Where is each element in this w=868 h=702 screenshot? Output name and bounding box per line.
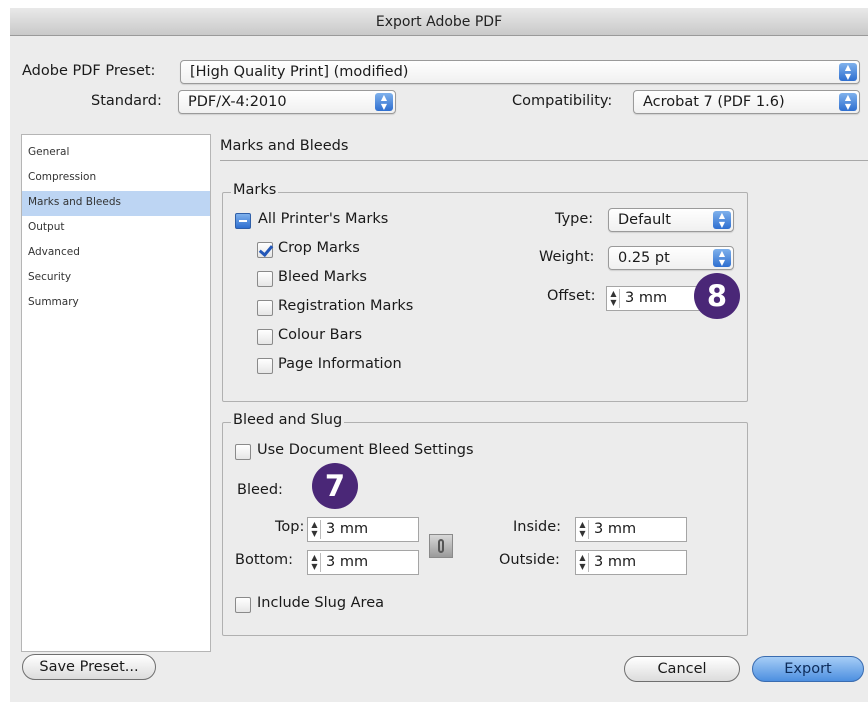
weight-value: 0.25 pt <box>618 250 670 266</box>
type-value: Default <box>618 212 671 228</box>
colour-bars-label: Colour Bars <box>278 327 363 343</box>
standard-label: Standard: <box>91 93 162 109</box>
page-information-label: Page Information <box>278 356 402 372</box>
standard-select[interactable]: PDF/X-4:2010 ▲ ▼ <box>178 90 396 114</box>
outside-bleed-value: 3 mm <box>594 554 637 570</box>
weight-select[interactable]: 0.25 pt ▲ ▼ <box>608 246 734 270</box>
stepper-arrows-icon[interactable]: ▲ ▼ <box>309 553 321 572</box>
outside-label: Outside: <box>499 552 560 568</box>
bleed-slug-group-title: Bleed and Slug <box>231 412 345 428</box>
marks-group: Marks All Printer's Marks Crop Marks Ble… <box>222 182 748 402</box>
crop-marks-label: Crop Marks <box>278 240 360 256</box>
sidebar-item-marks-and-bleeds[interactable]: Marks and Bleeds <box>22 191 210 216</box>
preset-label: Adobe PDF Preset: <box>22 63 156 79</box>
sidebar-item-output[interactable]: Output <box>22 216 210 241</box>
crop-marks-checkbox[interactable] <box>257 242 273 258</box>
preset-select[interactable]: [High Quality Print] (modified) ▲ ▼ <box>180 60 860 84</box>
type-label: Type: <box>555 211 594 227</box>
stepper-arrows-icon[interactable]: ▲ ▼ <box>577 520 589 539</box>
bleed-label: Bleed: <box>237 482 283 498</box>
inside-bleed-value: 3 mm <box>594 521 637 537</box>
bleed-marks-checkbox[interactable] <box>257 271 273 287</box>
sidebar-item-security[interactable]: Security <box>22 266 210 291</box>
compatibility-value: Acrobat 7 (PDF 1.6) <box>643 94 785 110</box>
bleed-slug-group: Bleed and Slug Use Document Bleed Settin… <box>222 412 748 636</box>
compatibility-label: Compatibility: <box>512 93 613 109</box>
page-information-checkbox[interactable] <box>257 358 273 374</box>
top-bleed-input[interactable]: ▲ ▼ 3 mm <box>307 517 419 542</box>
inside-bleed-input[interactable]: ▲ ▼ 3 mm <box>575 517 687 542</box>
sidebar-item-advanced[interactable]: Advanced <box>22 241 210 266</box>
bottom-label: Bottom: <box>235 552 294 568</box>
sidebar-item-general[interactable]: General <box>22 141 210 166</box>
colour-bars-checkbox[interactable] <box>257 329 273 345</box>
outside-bleed-input[interactable]: ▲ ▼ 3 mm <box>575 550 687 575</box>
weight-label: Weight: <box>539 249 595 265</box>
include-slug-area-label: Include Slug Area <box>257 595 384 611</box>
preset-value: [High Quality Print] (modified) <box>190 64 409 80</box>
heading-divider <box>220 160 868 161</box>
callout-badge-7: 7 <box>312 463 358 509</box>
compatibility-select[interactable]: Acrobat 7 (PDF 1.6) ▲ ▼ <box>633 90 860 114</box>
top-label: Top: <box>275 519 305 535</box>
offset-label: Offset: <box>547 288 596 304</box>
window-title: Export Adobe PDF <box>375 14 503 30</box>
include-slug-area-checkbox[interactable] <box>235 597 251 613</box>
bleed-marks-label: Bleed Marks <box>278 269 367 285</box>
top-bleed-value: 3 mm <box>326 521 369 537</box>
page-heading: Marks and Bleeds <box>220 138 349 154</box>
save-preset-button[interactable]: Save Preset... <box>22 654 156 680</box>
type-select[interactable]: Default ▲ ▼ <box>608 208 734 232</box>
cancel-button[interactable]: Cancel <box>624 656 740 682</box>
up-down-arrows-icon: ▲ ▼ <box>713 249 731 267</box>
use-document-bleed-label: Use Document Bleed Settings <box>257 442 474 458</box>
all-printers-marks-checkbox[interactable] <box>235 213 251 229</box>
bottom-bleed-value: 3 mm <box>326 554 369 570</box>
sidebar-item-compression[interactable]: Compression <box>22 166 210 191</box>
standard-value: PDF/X-4:2010 <box>188 94 287 110</box>
stepper-arrows-icon[interactable]: ▲ ▼ <box>309 520 321 539</box>
sidebar-item-summary[interactable]: Summary <box>22 291 210 316</box>
stepper-arrows-icon[interactable]: ▲ ▼ <box>577 553 589 572</box>
use-document-bleed-checkbox[interactable] <box>235 444 251 460</box>
inside-label: Inside: <box>513 519 562 535</box>
callout-badge-8: 8 <box>694 273 740 319</box>
category-sidebar: General Compression Marks and Bleeds Out… <box>21 134 211 652</box>
all-printers-marks-label: All Printer's Marks <box>258 211 389 227</box>
up-down-arrows-icon: ▲ ▼ <box>839 93 857 111</box>
export-button[interactable]: Export <box>752 656 864 682</box>
registration-marks-checkbox[interactable] <box>257 300 273 316</box>
export-dialog: Export Adobe PDF Adobe PDF Preset: [High… <box>10 8 868 702</box>
registration-marks-label: Registration Marks <box>278 298 414 314</box>
up-down-arrows-icon: ▲ ▼ <box>713 211 731 229</box>
stepper-arrows-icon[interactable]: ▲ ▼ <box>608 289 620 308</box>
link-settings-button[interactable] <box>429 534 453 558</box>
chain-link-icon <box>438 539 444 553</box>
bottom-bleed-input[interactable]: ▲ ▼ 3 mm <box>307 550 419 575</box>
marks-group-title: Marks <box>231 182 279 198</box>
up-down-arrows-icon: ▲ ▼ <box>839 63 857 81</box>
up-down-arrows-icon: ▲ ▼ <box>375 93 393 111</box>
offset-value: 3 mm <box>625 290 668 306</box>
offset-input[interactable]: ▲ ▼ 3 mm <box>606 286 708 311</box>
title-bar[interactable]: Export Adobe PDF <box>10 8 868 36</box>
